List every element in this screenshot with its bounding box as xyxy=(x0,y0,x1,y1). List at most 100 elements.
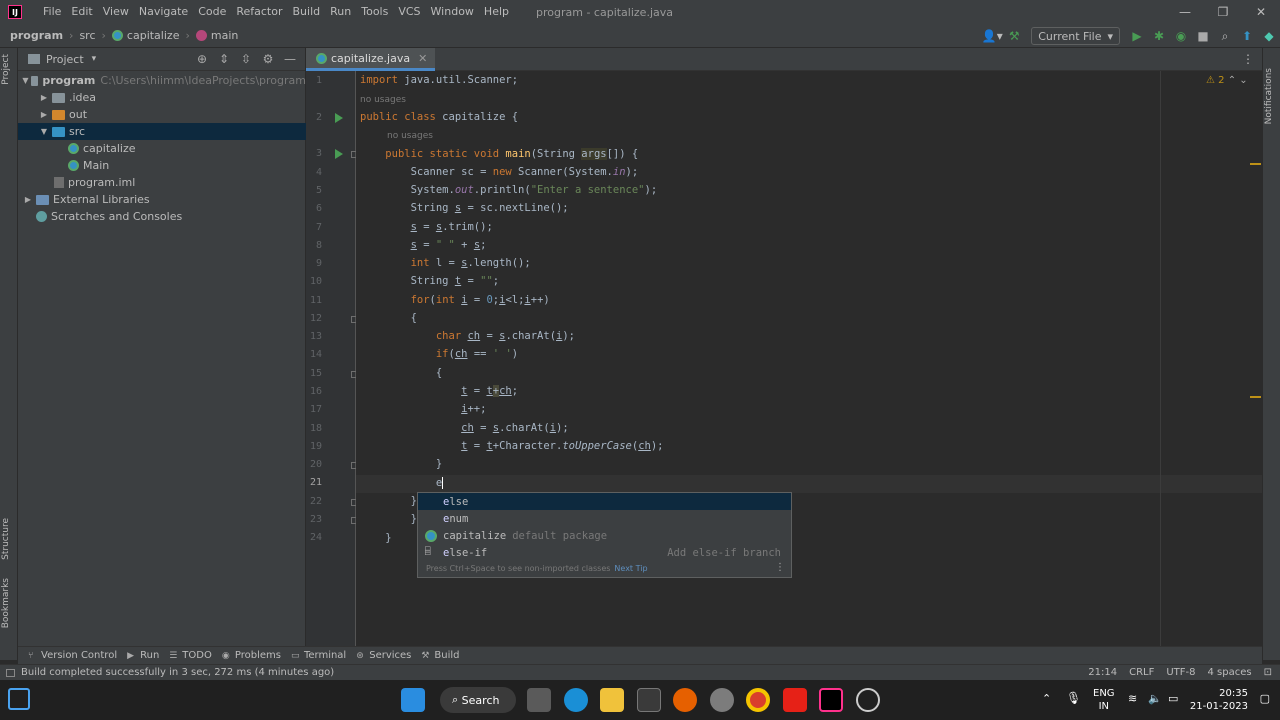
lock-icon[interactable]: ⊡ xyxy=(1264,667,1272,678)
indent-setting[interactable]: 4 spaces xyxy=(1208,667,1252,678)
menu-vcs[interactable]: VCS xyxy=(393,0,425,24)
tree-item-external-libraries[interactable]: ▶ External Libraries xyxy=(18,191,306,208)
expand-all-icon[interactable]: ⇕ xyxy=(213,52,235,66)
services-button[interactable]: ⊛ Services xyxy=(356,650,411,661)
intellij-taskbar-icon[interactable] xyxy=(819,688,843,712)
usage-hint: no usages xyxy=(360,95,406,105)
settings-gear-icon[interactable] xyxy=(710,688,734,712)
run-icon[interactable]: ▶ xyxy=(1126,29,1148,43)
status-message[interactable]: Build completed successfully in 3 sec, 2… xyxy=(21,667,334,678)
layout-icon[interactable] xyxy=(6,668,15,677)
todo-button[interactable]: ☰ TODO xyxy=(169,650,212,661)
tree-item-capitalize[interactable]: capitalize xyxy=(18,140,306,157)
tree-item-idea[interactable]: ▶ .idea xyxy=(18,89,306,106)
file-encoding[interactable]: UTF-8 xyxy=(1166,667,1195,678)
task-view-apps-icon[interactable] xyxy=(527,688,551,712)
completion-item-else[interactable]: e lse xyxy=(418,493,791,510)
completion-item-capitalize[interactable]: capitalize default package xyxy=(418,527,791,544)
menu-navigate[interactable]: Navigate xyxy=(134,0,193,24)
menu-refactor[interactable]: Refactor xyxy=(231,0,287,24)
project-panel-title[interactable]: Project xyxy=(46,53,84,66)
version-control-button[interactable]: ⑂ Version Control xyxy=(28,650,117,661)
chrome-icon[interactable] xyxy=(746,688,770,712)
more-icon[interactable]: ⋮ xyxy=(1242,52,1254,66)
update-icon[interactable]: ⬆ xyxy=(1236,29,1258,43)
stop-icon[interactable]: ■ xyxy=(1192,29,1214,43)
wifi-icon[interactable]: ≋ xyxy=(1128,692,1137,705)
speaker-icon[interactable]: 🔈 xyxy=(1148,692,1162,705)
gear-icon[interactable]: ⚙ xyxy=(257,52,279,66)
notification-icon[interactable]: ▢ xyxy=(1260,692,1270,705)
firefox-icon[interactable] xyxy=(673,688,697,712)
build-button[interactable]: ⚒ Build xyxy=(421,650,459,661)
caret-position[interactable]: 21:14 xyxy=(1088,667,1117,678)
more-icon[interactable]: ⋮ xyxy=(775,562,785,573)
hide-icon[interactable]: — xyxy=(279,52,301,66)
tree-item-program-iml[interactable]: program.iml xyxy=(18,174,306,191)
search-icon[interactable]: ⌕ xyxy=(1214,29,1236,44)
tree-item-scratches[interactable]: Scratches and Consoles xyxy=(18,208,306,225)
menu-help[interactable]: Help xyxy=(479,0,514,24)
code-line-21[interactable]: e xyxy=(360,477,444,489)
breadcrumb-method[interactable]: main xyxy=(211,29,238,42)
close-tab-icon[interactable]: ✕ xyxy=(418,52,427,65)
menu-run[interactable]: Run xyxy=(325,0,356,24)
notifications-stripe-button[interactable]: Notifications xyxy=(1264,68,1274,124)
project-stripe-button[interactable]: Project xyxy=(1,54,11,85)
run-class-icon[interactable] xyxy=(335,113,343,123)
battery-icon[interactable]: ▭ xyxy=(1168,692,1178,705)
tree-item-program[interactable]: ▼ program C:\Users\hiimm\IdeaProjects\pr… xyxy=(18,72,306,89)
menu-file[interactable]: File xyxy=(38,0,66,24)
run-tool-button[interactable]: ▶ Run xyxy=(127,650,159,661)
warnings-indicator[interactable]: ⚠ 2 ⌃ ⌄ xyxy=(1206,75,1248,86)
microphone-icon[interactable]: 🎙 xyxy=(1066,691,1081,705)
collapse-all-icon[interactable]: ⇳ xyxy=(235,52,257,66)
menu-build[interactable]: Build xyxy=(288,0,326,24)
youtube-icon[interactable] xyxy=(783,688,807,712)
completion-item-enum[interactable]: e num xyxy=(418,510,791,527)
locate-icon[interactable]: ⊕ xyxy=(191,52,213,66)
menu-view[interactable]: View xyxy=(98,0,134,24)
taskbar-search[interactable]: ⌕ Search xyxy=(440,687,516,713)
chevron-down-icon[interactable]: ▾ xyxy=(92,54,97,64)
menu-tools[interactable]: Tools xyxy=(356,0,393,24)
line-separator[interactable]: CRLF xyxy=(1129,667,1154,678)
tree-item-main[interactable]: Main xyxy=(18,157,306,174)
taskbar-clock[interactable]: 20:35 21-01-2023 xyxy=(1190,687,1248,713)
windows-start-icon[interactable] xyxy=(401,688,425,712)
warning-marker[interactable] xyxy=(1250,396,1261,398)
terminal-button[interactable]: ▭ Terminal xyxy=(291,650,346,661)
menu-code[interactable]: Code xyxy=(193,0,231,24)
next-tip-link[interactable]: Next Tip xyxy=(614,564,647,573)
run-main-icon[interactable] xyxy=(335,149,343,159)
plugin-icon[interactable]: ◆ xyxy=(1258,29,1280,43)
problems-button[interactable]: ◉ Problems xyxy=(222,650,281,661)
bookmarks-stripe-button[interactable]: Bookmarks xyxy=(1,578,11,628)
run-config-select[interactable]: Current File ▾ xyxy=(1031,27,1120,45)
breadcrumb-src[interactable]: src xyxy=(79,29,95,42)
menu-window[interactable]: Window xyxy=(426,0,479,24)
task-view-icon[interactable] xyxy=(8,688,30,710)
structure-stripe-button[interactable]: Structure xyxy=(1,518,11,560)
build-hammer-icon[interactable]: ⚒ xyxy=(1003,29,1025,43)
debug-icon[interactable]: ✱ xyxy=(1148,29,1170,43)
edge-icon[interactable] xyxy=(564,688,588,712)
tab-capitalize-java[interactable]: capitalize.java ✕ xyxy=(306,48,436,71)
coverage-icon[interactable]: ◉ xyxy=(1170,29,1192,43)
tree-item-out[interactable]: ▶ out xyxy=(18,106,306,123)
close-icon[interactable]: ✕ xyxy=(1242,0,1280,24)
chevron-up-icon[interactable]: ⌃ xyxy=(1042,692,1051,705)
completion-item-else-if[interactable]: ⌸ e lse-if Add else-if branch xyxy=(418,544,791,561)
clock-app-icon[interactable] xyxy=(856,688,880,712)
minimize-icon[interactable]: — xyxy=(1166,0,1204,24)
breadcrumb-project[interactable]: program xyxy=(10,29,63,42)
maximize-icon[interactable]: ❐ xyxy=(1204,0,1242,24)
tree-item-src[interactable]: ▼ src xyxy=(18,123,306,140)
input-language[interactable]: ENG IN xyxy=(1093,687,1115,713)
warning-marker[interactable] xyxy=(1250,163,1261,165)
breadcrumb-class[interactable]: capitalize xyxy=(127,29,180,42)
store-icon[interactable] xyxy=(637,688,661,712)
menu-edit[interactable]: Edit xyxy=(66,0,97,24)
vcs-user-icon[interactable]: 👤▾ xyxy=(981,29,1003,43)
file-explorer-icon[interactable] xyxy=(600,688,624,712)
